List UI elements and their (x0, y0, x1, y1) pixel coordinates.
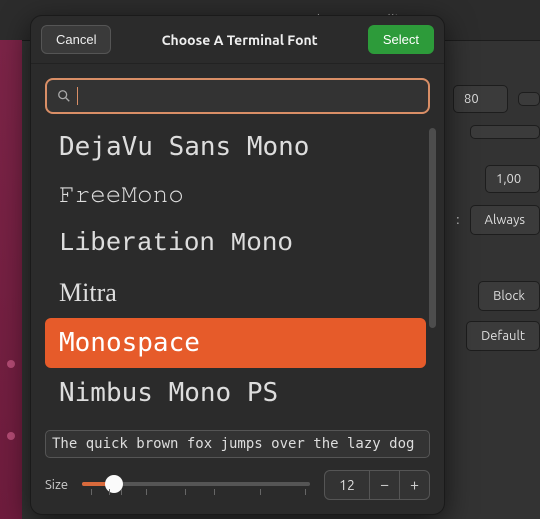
size-spinbox: 12 − + (324, 470, 430, 500)
font-chooser-dialog: Cancel Choose A Terminal Font Select Dej… (30, 15, 445, 515)
slider-ticks (82, 489, 310, 497)
rows-field[interactable]: 1,00 (485, 165, 540, 193)
font-item[interactable]: Liberation Mono (45, 218, 436, 268)
search-input[interactable] (45, 78, 430, 114)
reset-label-suffix: : (456, 213, 459, 227)
cancel-button[interactable]: Cancel (41, 25, 111, 54)
size-row: Size 12 − + (45, 470, 430, 500)
font-item[interactable]: Monospace (45, 318, 426, 368)
columns-field[interactable]: 80 (453, 85, 508, 113)
dialog-title: Choose A Terminal Font (162, 32, 318, 48)
size-value[interactable]: 12 (325, 477, 369, 493)
dialog-header: Cancel Choose A Terminal Font Select (31, 16, 444, 64)
font-list[interactable]: DejaVu Sans MonoFreeMonoLiberation MonoM… (45, 122, 436, 424)
cursor-shape-dropdown[interactable]: Block (478, 281, 540, 311)
dock-indicator (7, 360, 15, 368)
font-item[interactable]: Mitra (45, 268, 436, 318)
font-item[interactable]: DejaVu Sans Mono (45, 122, 436, 172)
font-item[interactable]: FreeMono (45, 172, 436, 218)
size-label: Size (45, 478, 68, 492)
dock-strip (0, 40, 22, 519)
cursor-blink-dropdown[interactable]: Default (466, 321, 540, 351)
dock-indicator (7, 432, 15, 440)
scrollbar[interactable] (429, 128, 436, 328)
search-icon (57, 89, 71, 103)
text-caret (77, 87, 78, 105)
size-slider[interactable] (82, 473, 310, 497)
columns-stepper[interactable] (518, 92, 540, 106)
size-decrement-button[interactable]: − (369, 470, 399, 500)
size-increment-button[interactable]: + (399, 470, 429, 500)
select-button[interactable]: Select (368, 25, 434, 54)
font-item[interactable]: Nimbus Mono PS (45, 368, 436, 418)
rows-extra-field[interactable] (470, 125, 540, 139)
preview-text: The quick brown fox jumps over the lazy … (45, 430, 430, 458)
reset-dropdown[interactable]: Always (470, 205, 540, 235)
